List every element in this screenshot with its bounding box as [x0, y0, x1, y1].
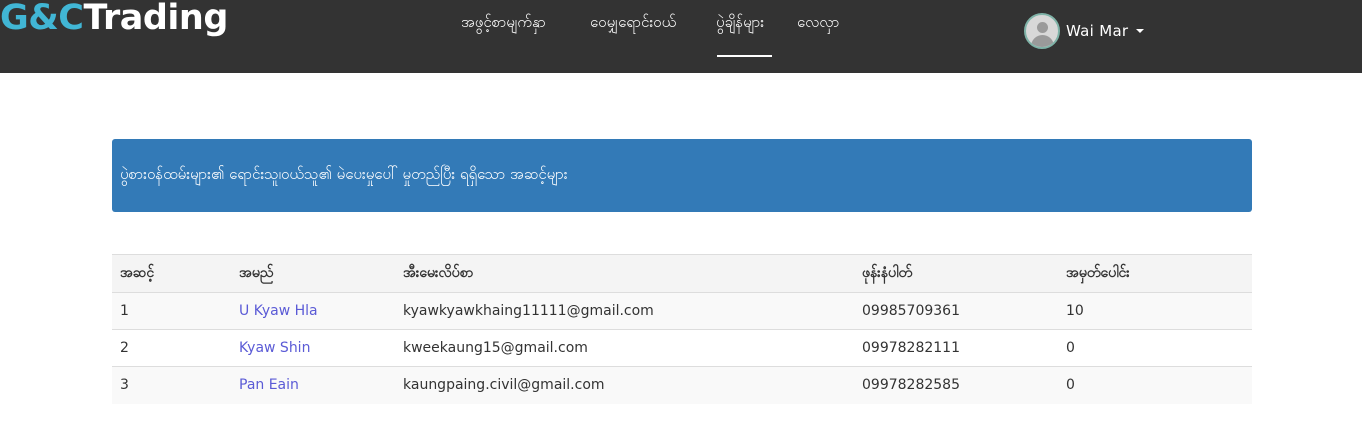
avatar [1024, 13, 1060, 49]
avatar-body-shape [1031, 35, 1054, 47]
cell-name: U Kyaw Hla [231, 292, 395, 330]
member-name-link[interactable]: Kyaw Shin [239, 340, 310, 356]
cell-email: kweekaung15@gmail.com [395, 329, 854, 367]
top-navbar: G&CTrading အဖွင့်စာမျက်နှာ ဝေမျှရောင်းဝယ… [0, 0, 1362, 73]
user-name: Wai Mar [1066, 22, 1129, 40]
brand-logo-part2: Trading [83, 0, 228, 38]
member-name-link[interactable]: Pan Eain [239, 377, 299, 393]
header-name: အမည် [231, 254, 395, 293]
cell-rank: 1 [112, 292, 231, 330]
active-nav-indicator [717, 55, 772, 57]
panel-title: ပွဲစားဝန်ထမ်းများ၏ ရောင်းသူ၊ဝယ်သူ၏ မဲပေး… [120, 165, 568, 183]
cell-email: kaungpaing.civil@gmail.com [395, 366, 854, 404]
header-rank: အဆင့် [112, 254, 231, 293]
ranking-heading-panel: ပွဲစားဝန်ထမ်းများ၏ ရောင်းသူ၊ဝယ်သူ၏ မဲပေး… [112, 139, 1252, 212]
cell-name: Pan Eain [231, 366, 395, 404]
table-row: 2 Kyaw Shin kweekaung15@gmail.com 099782… [112, 329, 1252, 367]
cell-points: 10 [1058, 292, 1252, 330]
nav-item-home[interactable]: အဖွင့်စာမျက်နှာ [461, 9, 546, 35]
cell-phone: 09978282111 [854, 329, 1058, 367]
brand-logo[interactable]: G&CTrading [0, 0, 228, 40]
table-row: 3 Pan Eain kaungpaing.civil@gmail.com 09… [112, 366, 1252, 404]
cell-phone: 09985709361 [854, 292, 1058, 330]
header-phone: ဖုန်းနံပါတ် [854, 254, 1058, 293]
broker-ranking-table: အဆင့် အမည် အီးမေးလိပ်စာ ဖုန်းနံပါတ် အမှတ… [112, 254, 1252, 404]
cell-email: kyawkyawkhaing11111@gmail.com [395, 292, 854, 330]
table-row: 1 U Kyaw Hla kyawkyawkhaing11111@gmail.c… [112, 292, 1252, 330]
header-points: အမှတ်ပေါင်း [1058, 254, 1252, 293]
nav-item-auction[interactable]: လေလှာ [797, 9, 839, 35]
cell-phone: 09978282585 [854, 366, 1058, 404]
cell-rank: 3 [112, 366, 231, 404]
cell-points: 0 [1058, 366, 1252, 404]
nav-item-schedules[interactable]: ပွဲချိန်များ [716, 9, 764, 35]
nav-item-trade[interactable]: ဝေမျှရောင်းဝယ် [590, 9, 676, 35]
avatar-head-shape [1037, 22, 1048, 33]
brand-logo-part1: G&C [0, 0, 84, 38]
cell-points: 0 [1058, 329, 1252, 367]
table-header-row: အဆင့် အမည် အီးမေးလိပ်စာ ဖုန်းနံပါတ် အမှတ… [112, 254, 1252, 293]
header-email: အီးမေးလိပ်စာ [395, 254, 854, 293]
cell-name: Kyaw Shin [231, 329, 395, 367]
cell-rank: 2 [112, 329, 231, 367]
member-name-link[interactable]: U Kyaw Hla [239, 303, 318, 319]
caret-down-icon [1136, 29, 1144, 33]
